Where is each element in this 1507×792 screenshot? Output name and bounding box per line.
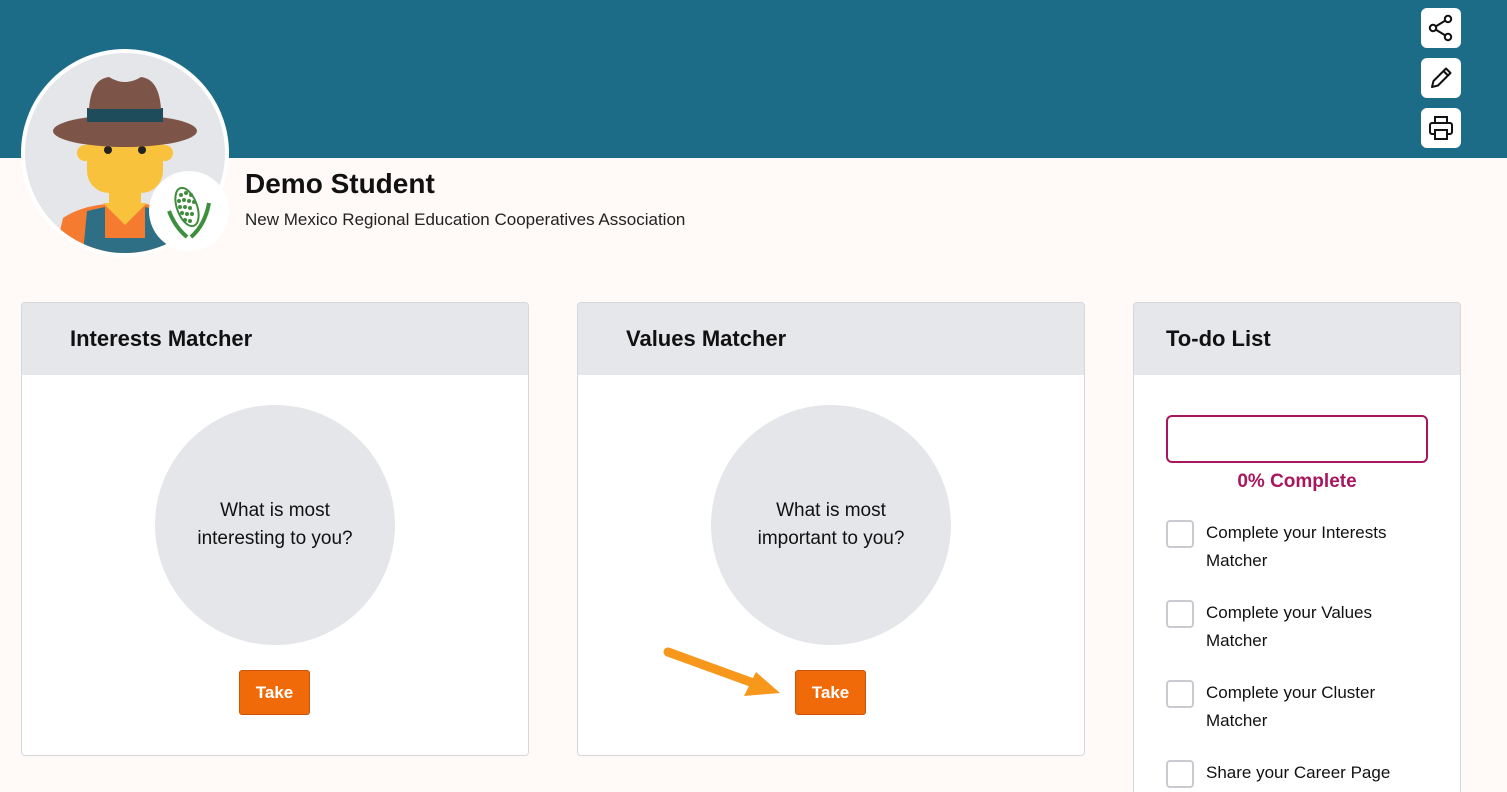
todo-item: Complete your Interests Matcher — [1166, 519, 1436, 575]
values-prompt-circle: What is most important to you? — [711, 405, 951, 645]
todo-list-title: To-do List — [1134, 303, 1460, 375]
todo-progress-label: 0% Complete — [1237, 471, 1357, 492]
interests-prompt-circle: What is most interesting to you? — [155, 405, 395, 645]
todo-item: Complete your Cluster Matcher — [1166, 679, 1436, 735]
print-button[interactable] — [1421, 108, 1461, 148]
todo-item: Complete your Values Matcher — [1166, 599, 1436, 655]
corn-icon — [167, 186, 211, 239]
todo-item-label: Complete your Interests Matcher — [1206, 523, 1387, 570]
interests-matcher-title: Interests Matcher — [22, 303, 528, 375]
todo-checkbox[interactable] — [1166, 760, 1194, 788]
values-matcher-card: Values Matcher What is most important to… — [577, 302, 1085, 756]
values-prompt: What is most important to you? — [757, 500, 905, 549]
take-values-button[interactable]: Take — [795, 670, 866, 715]
todo-item-label: Share your Career Page — [1206, 763, 1391, 782]
todo-item-label: Complete your Values Matcher — [1206, 603, 1372, 650]
student-organization: New Mexico Regional Education Cooperativ… — [245, 210, 686, 229]
edit-button[interactable] — [1421, 58, 1461, 98]
student-name: Demo Student — [245, 168, 435, 199]
annotation-arrow-icon — [663, 647, 780, 696]
todo-checkbox[interactable] — [1166, 600, 1194, 628]
share-icon — [1428, 14, 1453, 42]
printer-icon — [1429, 116, 1453, 140]
todo-checkbox[interactable] — [1166, 520, 1194, 548]
todo-item: Share your Career Page — [1166, 759, 1436, 788]
todo-progress-bar — [1166, 415, 1428, 463]
interests-matcher-card: Interests Matcher What is most interesti… — [21, 302, 529, 756]
todo-item-label: Complete your Cluster Matcher — [1206, 683, 1376, 730]
todo-checkbox[interactable] — [1166, 680, 1194, 708]
cluster-badge — [149, 171, 229, 251]
share-button[interactable] — [1421, 8, 1461, 48]
interests-prompt: What is most interesting to you? — [197, 500, 353, 549]
values-matcher-title: Values Matcher — [578, 303, 1084, 375]
take-interests-button[interactable]: Take — [239, 670, 310, 715]
todo-list-card: To-do List 0% Complete Complete your Int… — [1133, 302, 1461, 792]
pencil-icon — [1431, 67, 1452, 88]
